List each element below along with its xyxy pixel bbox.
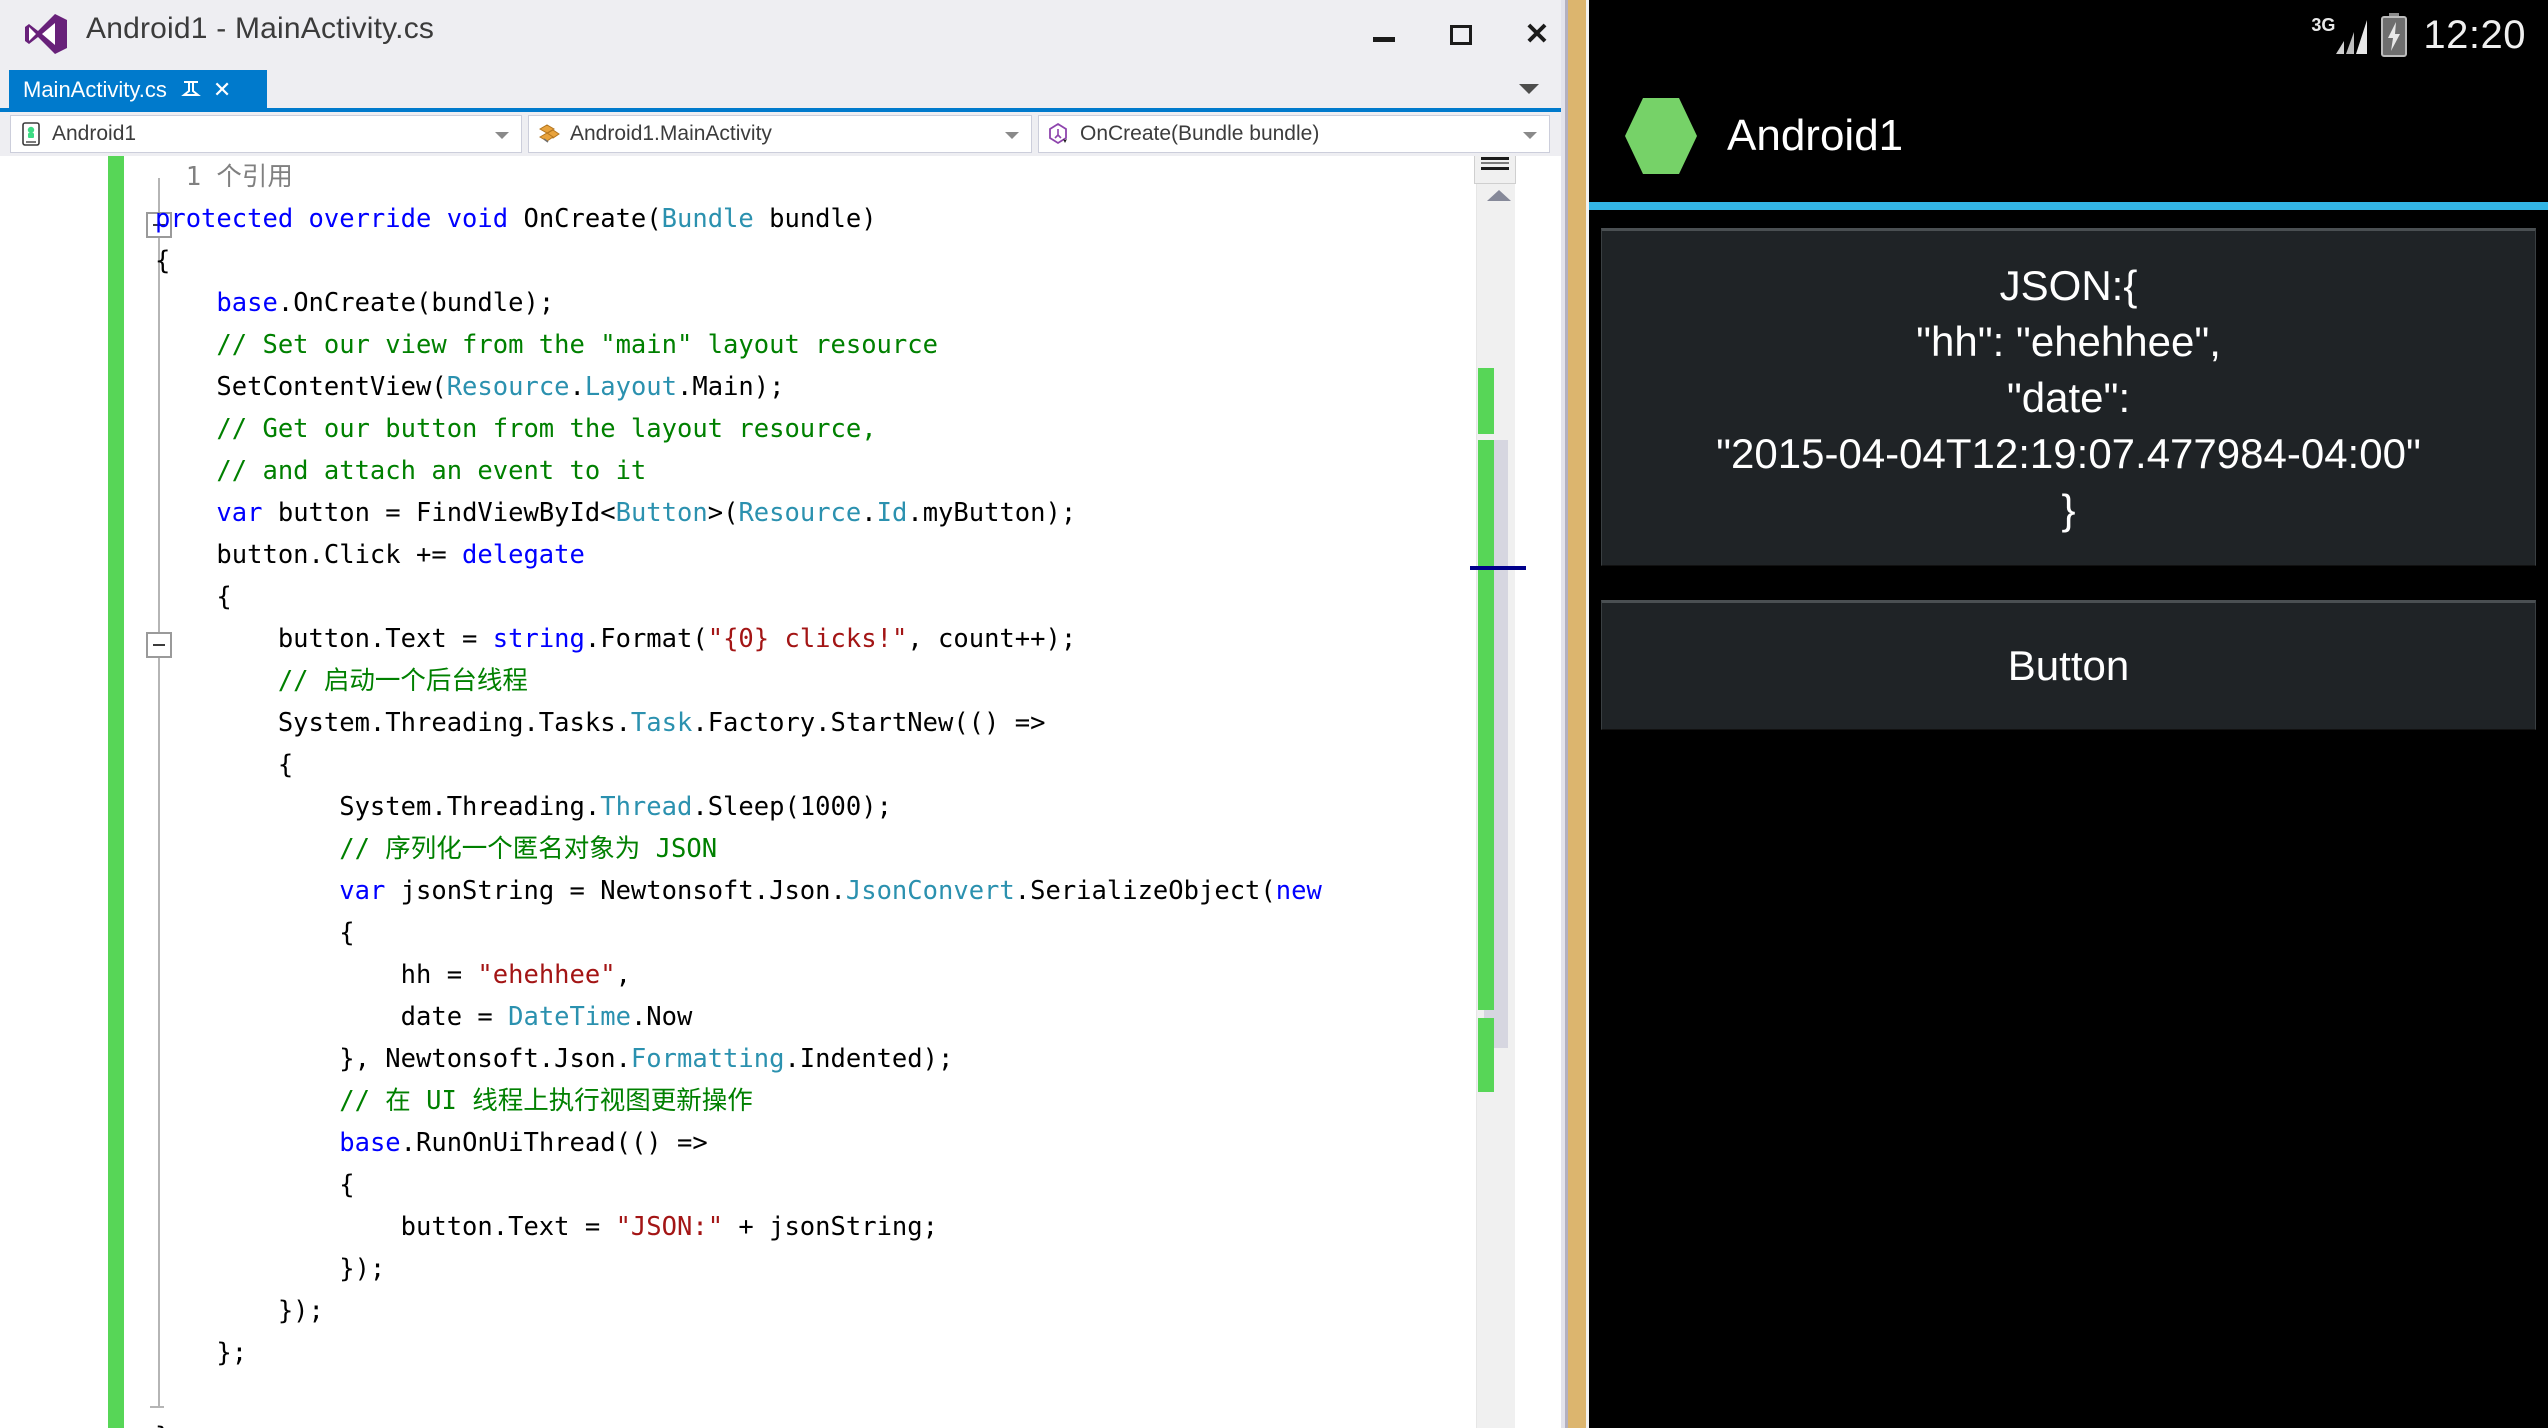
method-icon (1046, 121, 1072, 147)
code-line: 1 个引用 (185, 162, 293, 192)
close-icon: ✕ (1524, 18, 1550, 51)
close-button[interactable]: ✕ (1508, 14, 1561, 56)
signal-bars-icon (2335, 19, 2369, 55)
code-line: System.Threading.Tasks.Task.Factory.Star… (155, 708, 1046, 738)
code-line: { (155, 582, 232, 612)
window-titlebar[interactable]: Android1 - MainActivity.cs ✕ (0, 0, 1561, 70)
class-icon (536, 121, 562, 147)
scrollbar-change-mark-2 (1478, 440, 1494, 1010)
visual-studio-logo-icon (24, 13, 68, 55)
code-line: button.Text = "JSON:" + jsonString; (155, 1212, 938, 1242)
scrollbar-caret-position-mark (1470, 566, 1526, 570)
scrollbar-change-mark-3 (1478, 1018, 1494, 1092)
code-line: // 在 UI 线程上执行视图更新操作 (155, 1086, 753, 1116)
code-line: date = DateTime.Now (155, 1002, 693, 1032)
status-clock: 12:20 (2423, 12, 2526, 57)
json-result-text: JSON:{ "hh": "ehehhee", "date": "2015-04… (1716, 262, 2421, 533)
tab-mainactivity-cs[interactable]: MainActivity.cs ✕ (9, 70, 267, 110)
member-chevron-down-icon[interactable] (1523, 132, 1537, 139)
code-line: { (155, 1170, 355, 1200)
code-line: // Set our view from the "main" layout r… (155, 330, 938, 360)
code-line: SetContentView(Resource.Layout.Main); (155, 372, 785, 402)
minimize-button[interactable] (1355, 14, 1413, 56)
battery-charging-icon (2379, 13, 2409, 57)
code-line: }); (155, 1296, 324, 1326)
tab-overflow-chevron-down-icon[interactable] (1519, 84, 1539, 94)
code-line: var button = FindViewById<Button>(Resour… (216, 498, 1077, 528)
code-line: }, Newtonsoft.Json.Formatting.Indented); (155, 1044, 954, 1074)
code-line: { (155, 246, 171, 276)
plain-button-label: Button (2007, 642, 2130, 689)
navbar-type-combo[interactable]: Android1.MainActivity (528, 115, 1032, 153)
android-emulator-screen: 3G 12:20 Android1 JSON:{"hh": "ehehhee"… (1589, 0, 2548, 1428)
navbar-member-combo[interactable]: OnCreate(Bundle bundle) (1038, 115, 1550, 153)
code-line: hh = "ehehhee", (155, 960, 631, 990)
android-device-icon (18, 121, 44, 147)
type-chevron-down-icon[interactable] (1005, 132, 1019, 139)
split-view-icon[interactable] (1474, 156, 1516, 184)
code-line: button.Text = string.Format("{0} clicks!… (155, 624, 1077, 654)
android-app-hexagon-icon (1625, 98, 1697, 174)
code-line: System.Threading.Thread.Sleep(1000); (155, 792, 892, 822)
scrollbar-change-mark-1 (1478, 368, 1494, 434)
code-line: }); (155, 1254, 386, 1284)
code-line: } (155, 1416, 1475, 1428)
code-line: // 序列化一个匿名对象为 JSON (155, 834, 718, 864)
code-line: base.OnCreate(bundle); (216, 288, 555, 318)
signal-network-label: 3G (2311, 15, 2336, 35)
android-status-bar: 3G 12:20 (1589, 0, 2548, 70)
tab-label: MainActivity.cs (23, 77, 167, 102)
code-line: // 启动一个后台线程 (155, 666, 528, 696)
visual-studio-window: Android1 - MainActivity.cs ✕ MainActivit… (0, 0, 1561, 1428)
code-line: { (155, 918, 355, 948)
code-line: base.RunOnUiThread(() => (339, 1128, 708, 1158)
editor-left-gutter (0, 156, 98, 1428)
project-chevron-down-icon[interactable] (495, 132, 509, 139)
tab-close-icon[interactable]: ✕ (213, 79, 231, 101)
code-line: button.Click += delegate (155, 540, 585, 570)
navbar-project-combo[interactable]: Android1 (10, 115, 522, 153)
code-line: }; (155, 1338, 248, 1368)
change-bar-top (108, 156, 124, 1428)
navbar-type-label: Android1.MainActivity (570, 122, 772, 145)
minimize-icon (1373, 36, 1395, 42)
android-action-bar: Android1 (1589, 70, 2548, 202)
pin-icon[interactable] (180, 79, 201, 101)
json-result-button[interactable]: JSON:{ "hh": "ehehhee", "date": "2015-04… (1601, 228, 2536, 566)
code-text[interactable]: 1 个引用 protected override void OnCreate(Bu… (155, 156, 1475, 1428)
code-editor[interactable]: 1 个引用 protected override void OnCreate(Bu… (0, 156, 1561, 1428)
screen-root: Android1 - MainActivity.cs ✕ MainActivit… (0, 0, 2548, 1428)
signal-indicator: 3G (2311, 13, 2369, 57)
code-line: var jsonString = Newtonsoft.Json.JsonCon… (339, 876, 1322, 906)
maximize-icon (1450, 25, 1472, 45)
code-line: // and attach an event to it (155, 456, 647, 486)
scroll-up-arrow-icon[interactable] (1487, 190, 1511, 201)
navbar-project-label: Android1 (52, 122, 137, 145)
android-app-title: Android1 (1727, 111, 1904, 160)
window-edge-accent (1568, 0, 1586, 1428)
maximize-button[interactable] (1432, 14, 1490, 56)
code-line: protected override void OnCreate(Bundle … (155, 204, 877, 234)
code-line: // Get our button from the layout resour… (155, 414, 877, 444)
navbar-member-label: OnCreate(Bundle bundle) (1080, 122, 1320, 145)
code-line: { (155, 750, 294, 780)
plain-button[interactable]: Button (1601, 600, 2536, 730)
action-bar-accent-line (1589, 202, 2548, 210)
window-title: Android1 - MainActivity.cs (86, 12, 435, 45)
